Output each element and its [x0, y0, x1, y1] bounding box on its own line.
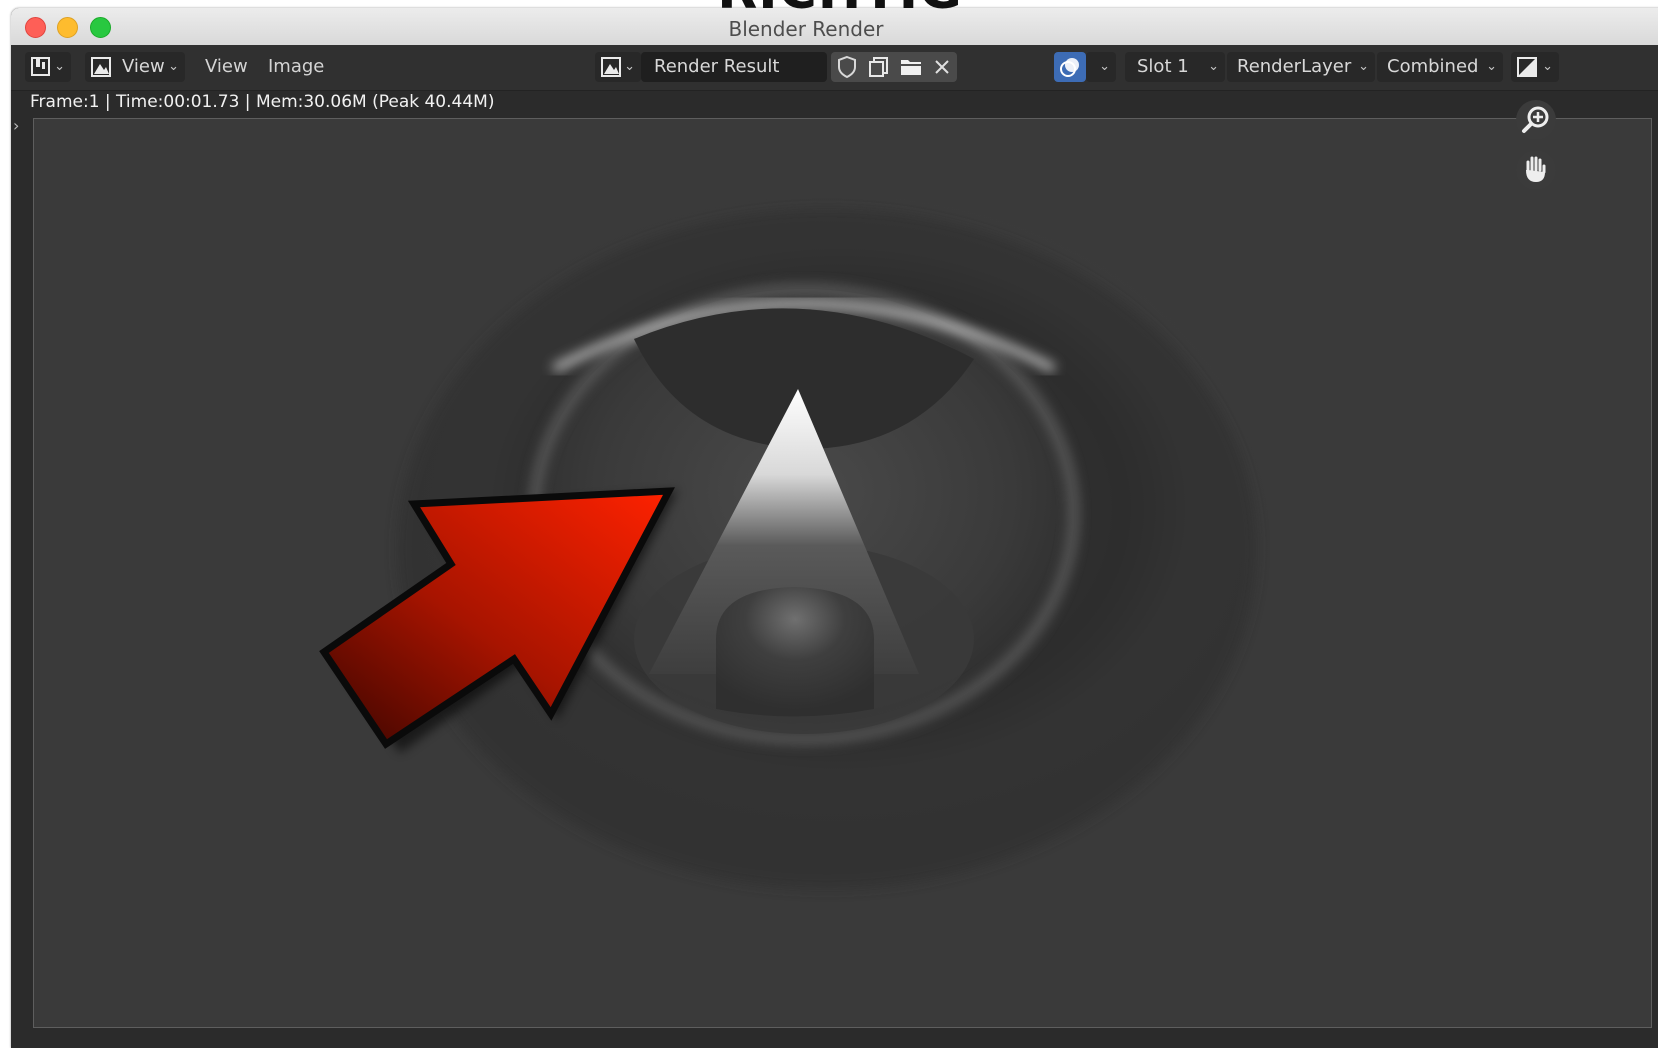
- menu-view[interactable]: View: [205, 52, 248, 82]
- overlay-toggle-button[interactable]: [1054, 52, 1086, 82]
- close-icon[interactable]: [930, 55, 954, 79]
- render-layer-dropdown[interactable]: RenderLayer ⌄: [1227, 52, 1375, 82]
- render-pass-dropdown[interactable]: Combined ⌄: [1377, 52, 1503, 82]
- chevron-down-icon: ⌄: [1542, 59, 1553, 74]
- overlay-icon: [1060, 58, 1079, 77]
- zoom-in-icon: [1522, 106, 1549, 133]
- slot-dropdown[interactable]: Slot 1 ⌄: [1125, 52, 1225, 82]
- render-status-text: Frame:1 | Time:00:01.73 | Mem:30.06M (Pe…: [30, 92, 495, 112]
- folder-icon[interactable]: [899, 55, 923, 79]
- chevron-down-icon: ⌄: [624, 59, 635, 74]
- duplicate-icon[interactable]: [867, 55, 891, 79]
- pan-tool-button[interactable]: [1516, 150, 1556, 190]
- chevron-down-icon: ⌄: [54, 59, 65, 74]
- chevron-down-icon: ⌄: [1358, 59, 1369, 74]
- sphere: [716, 587, 874, 717]
- render-image: [319, 209, 1257, 889]
- render-layer-label: RenderLayer: [1237, 56, 1352, 77]
- shield-icon[interactable]: [835, 55, 859, 79]
- hand-icon: [1526, 156, 1546, 182]
- render-result-viewport[interactable]: [33, 118, 1652, 1028]
- channels-icon: [1517, 57, 1537, 77]
- render-pass-label: Combined: [1387, 56, 1479, 77]
- window-title: Blender Render: [728, 17, 884, 41]
- image-name-field[interactable]: Render Result: [641, 52, 827, 82]
- slot-label: Slot 1: [1137, 56, 1189, 77]
- image-editor-icon: [31, 57, 50, 76]
- overlay-caption: RICHTIG: [570, 0, 1110, 14]
- image-browse-icon: [601, 57, 621, 77]
- view-mode-dropdown[interactable]: View ⌄: [85, 52, 185, 82]
- browse-image-button[interactable]: ⌄: [595, 52, 641, 82]
- chevron-down-icon: ⌄: [1208, 59, 1219, 74]
- image-editor-header: ⌄ View ⌄ View Image ⌄ Render Result ⌄ Sl…: [11, 45, 1658, 91]
- chevron-down-icon: ⌄: [1486, 59, 1497, 74]
- menu-image[interactable]: Image: [268, 52, 324, 82]
- overlay-options-dropdown[interactable]: ⌄: [1086, 52, 1116, 82]
- toolbar-expand-arrow[interactable]: ›: [13, 116, 19, 135]
- editor-type-button[interactable]: ⌄: [25, 52, 71, 82]
- view-mode-label: View: [122, 56, 165, 77]
- chevron-down-icon: ⌄: [1099, 59, 1110, 74]
- zoom-tool-button[interactable]: [1516, 100, 1556, 140]
- chevron-down-icon: ⌄: [168, 59, 179, 74]
- image-actions-group: [831, 52, 957, 82]
- display-channels-dropdown[interactable]: ⌄: [1511, 52, 1559, 82]
- blender-render-window: Blender Render ⌄ View ⌄ View Image ⌄ Ren…: [11, 8, 1658, 1048]
- image-view-icon: [91, 57, 111, 77]
